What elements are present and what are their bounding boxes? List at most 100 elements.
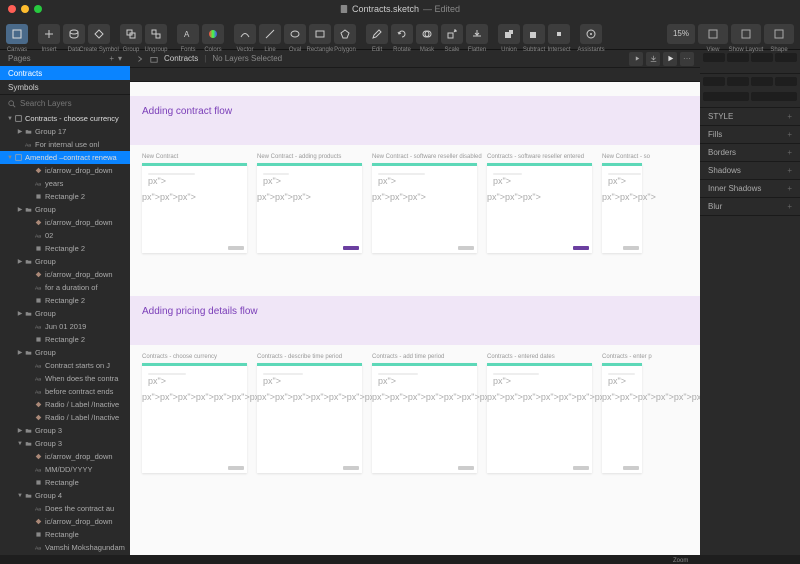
search-layers-row[interactable]: Search Layers (0, 94, 130, 112)
layer-row[interactable]: Rectangle 2 (0, 242, 130, 255)
artboard[interactable]: Contracts - entered datespx">px">px">px"… (487, 363, 592, 473)
pos-field[interactable] (775, 77, 797, 86)
subtract-tool[interactable]: Subtract (523, 24, 545, 44)
inspector-section[interactable]: STYLE+ (700, 108, 800, 126)
mask-tool[interactable]: Mask (416, 24, 438, 44)
pos-field[interactable] (727, 77, 749, 86)
layer-row[interactable]: ▼Group 3 (0, 437, 130, 450)
disclosure-icon[interactable]: ▶ (16, 128, 24, 135)
inspector-section[interactable]: Fills+ (700, 126, 800, 144)
layer-row[interactable]: AaJun 01 2019 (0, 320, 130, 333)
layer-row[interactable]: Rectangle (0, 528, 130, 541)
home-icon[interactable] (150, 55, 158, 63)
page-item[interactable]: Contracts (0, 66, 130, 80)
inspector-section[interactable]: Blur+ (700, 198, 800, 216)
breadcrumb[interactable]: Contracts (164, 54, 198, 63)
flatten-tool[interactable]: Flatten (466, 24, 488, 44)
layer-row[interactable]: ▼Amended –contract renewa (0, 151, 130, 164)
disclosure-icon[interactable]: ▼ (6, 116, 14, 122)
disclosure-icon[interactable]: ▶ (16, 206, 24, 213)
disclosure-icon[interactable]: ▼ (16, 493, 24, 499)
layer-row[interactable]: ic/arrow_drop_down (0, 164, 130, 177)
artboard[interactable]: New Contractpx">px">px">px"> (142, 163, 247, 253)
layer-row[interactable]: Rectangle 2 (0, 190, 130, 203)
create-symbol-tool[interactable]: Create Symbol (88, 24, 110, 44)
showLayoutLabel[interactable]: Show Layout (731, 24, 761, 44)
group-tool[interactable]: Group (120, 24, 142, 44)
collapse-pages-icon[interactable]: ▾ (118, 54, 122, 63)
disclosure-icon[interactable]: ▶ (16, 427, 24, 434)
add-icon[interactable]: + (787, 202, 792, 211)
align-field[interactable] (751, 53, 773, 62)
shapeLabel[interactable]: Shape (764, 24, 794, 44)
layer-row[interactable]: ic/arrow_drop_down (0, 216, 130, 229)
add-icon[interactable]: + (787, 184, 792, 193)
line-tool[interactable]: Line (259, 24, 281, 44)
minimize-window[interactable] (21, 5, 29, 13)
download-icon[interactable] (646, 52, 660, 66)
align-field[interactable] (703, 53, 725, 62)
artboard[interactable]: New Contract - sopx">px">px">px"> (602, 163, 642, 253)
disclosure-icon[interactable]: ▼ (6, 155, 14, 161)
layer-row[interactable]: ic/arrow_drop_down (0, 450, 130, 463)
layer-row[interactable]: AaFor internal use onl (0, 138, 130, 151)
layer-row[interactable]: Rectangle 2 (0, 294, 130, 307)
artboard[interactable]: Contracts - add time periodpx">px">px">p… (372, 363, 477, 473)
disclosure-icon[interactable]: ▶ (16, 258, 24, 265)
maximize-window[interactable] (34, 5, 42, 13)
pos-field[interactable] (703, 77, 725, 86)
layer-row[interactable]: ▶Group (0, 203, 130, 216)
back-icon[interactable] (136, 55, 144, 63)
artboard[interactable]: New Contract - software reseller disable… (372, 163, 477, 253)
more-icon[interactable]: ⋯ (680, 52, 694, 66)
layer-row[interactable]: Aabefore contract ends (0, 385, 130, 398)
pos-field[interactable] (703, 92, 749, 101)
fonts-tool[interactable]: AFonts (177, 24, 199, 44)
edit-tool[interactable]: Edit (366, 24, 388, 44)
layer-row[interactable]: AaMM/DD/YYYY (0, 463, 130, 476)
pos-field[interactable] (751, 77, 773, 86)
layer-row[interactable]: AaWhen does the contra (0, 372, 130, 385)
layer-row[interactable]: AaDoes the contract au (0, 502, 130, 515)
vector-tool[interactable]: Vector (234, 24, 256, 44)
colors-tool[interactable]: Colors (202, 24, 224, 44)
artboard[interactable]: New Contract - adding productspx">px">px… (257, 163, 362, 253)
inspector-section[interactable]: Shadows+ (700, 162, 800, 180)
disclosure-icon[interactable]: ▶ (16, 310, 24, 317)
disclosure-icon[interactable]: ▼ (16, 441, 24, 447)
oval-tool[interactable]: Oval (284, 24, 306, 44)
layer-row[interactable]: Aa02 (0, 229, 130, 242)
add-icon[interactable]: + (787, 112, 792, 121)
layer-row[interactable]: ic/arrow_drop_down (0, 515, 130, 528)
page-item[interactable]: Symbols (0, 80, 130, 94)
add-icon[interactable]: + (787, 130, 792, 139)
layer-row[interactable]: Rectangle 2 (0, 333, 130, 346)
layer-row[interactable]: Aafor a duration of (0, 281, 130, 294)
layer-row[interactable]: Radio / Label /Inactive (0, 398, 130, 411)
layer-row[interactable]: ▶Group 17 (0, 125, 130, 138)
align-field[interactable] (775, 53, 797, 62)
add-page-icon[interactable]: + (109, 54, 114, 63)
rectangle-tool[interactable]: Rectangle (309, 24, 331, 44)
union-tool[interactable]: Union (498, 24, 520, 44)
layer-row[interactable]: AaContract starts on J (0, 359, 130, 372)
prototype-mode-icon[interactable] (629, 52, 643, 66)
intersect-tool[interactable]: Intersect (548, 24, 570, 44)
add-icon[interactable]: + (787, 148, 792, 157)
ungroup-tool[interactable]: Ungroup (145, 24, 167, 44)
zoom-display[interactable]: 15%Zoom (667, 24, 695, 44)
layer-row[interactable]: ▶Group (0, 346, 130, 359)
pos-field[interactable] (751, 92, 797, 101)
inspector-section[interactable]: Borders+ (700, 144, 800, 162)
disclosure-icon[interactable]: ▶ (16, 349, 24, 356)
layer-row[interactable]: Aayears (0, 177, 130, 190)
layer-row[interactable]: ▶Group 3 (0, 424, 130, 437)
layer-row[interactable]: ▶Group (0, 307, 130, 320)
layer-row[interactable]: ▼Contracts - choose currency (0, 112, 130, 125)
close-window[interactable] (8, 5, 16, 13)
artboard[interactable]: Contracts - describe time periodpx">px">… (257, 363, 362, 473)
play-icon[interactable] (663, 52, 677, 66)
layer-row[interactable]: Rectangle (0, 476, 130, 489)
inspector-section[interactable]: Inner Shadows+ (700, 180, 800, 198)
scale-tool[interactable]: Scale (441, 24, 463, 44)
